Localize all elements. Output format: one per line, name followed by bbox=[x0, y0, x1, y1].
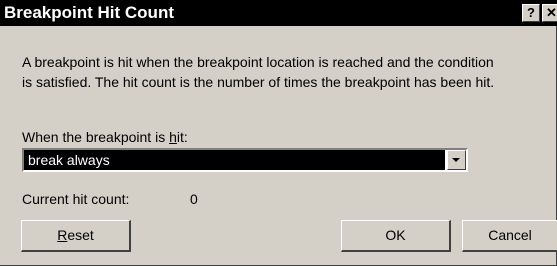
ok-button[interactable]: OK bbox=[341, 220, 451, 252]
when-label-prefix: When the breakpoint is bbox=[22, 129, 170, 145]
breakpoint-hit-count-dialog: Breakpoint Hit Count ? ✕ A breakpoint is… bbox=[0, 0, 557, 266]
dropdown-arrow-button[interactable] bbox=[447, 150, 466, 170]
current-hit-count-value: 0 bbox=[190, 191, 198, 207]
hit-condition-select[interactable]: break always bbox=[22, 148, 468, 172]
cancel-button[interactable]: Cancel bbox=[462, 220, 557, 252]
hit-condition-selected-value[interactable]: break always bbox=[24, 150, 445, 170]
reset-button[interactable]: Reset bbox=[21, 220, 131, 252]
chevron-down-icon bbox=[452, 158, 460, 162]
description-text: A breakpoint is hit when the breakpoint … bbox=[22, 52, 552, 92]
title-bar[interactable]: Breakpoint Hit Count ? ✕ bbox=[0, 0, 557, 26]
close-icon: ✕ bbox=[546, 5, 557, 20]
close-button[interactable]: ✕ bbox=[542, 4, 557, 22]
when-breakpoint-hit-label: When the breakpoint is hit: bbox=[22, 128, 188, 146]
help-icon: ? bbox=[527, 5, 535, 20]
help-button[interactable]: ? bbox=[522, 4, 540, 22]
description-line-2: is satisfied. The hit count is the numbe… bbox=[22, 74, 495, 90]
current-hit-count-label: Current hit count: bbox=[22, 191, 130, 207]
dialog-title: Breakpoint Hit Count bbox=[4, 3, 174, 22]
reset-accelerator: R bbox=[57, 227, 68, 243]
description-line-1: A breakpoint is hit when the breakpoint … bbox=[22, 54, 494, 70]
when-label-suffix: it: bbox=[176, 129, 188, 145]
when-label-accelerator: h bbox=[169, 129, 177, 145]
reset-label-rest: eset bbox=[67, 227, 94, 243]
